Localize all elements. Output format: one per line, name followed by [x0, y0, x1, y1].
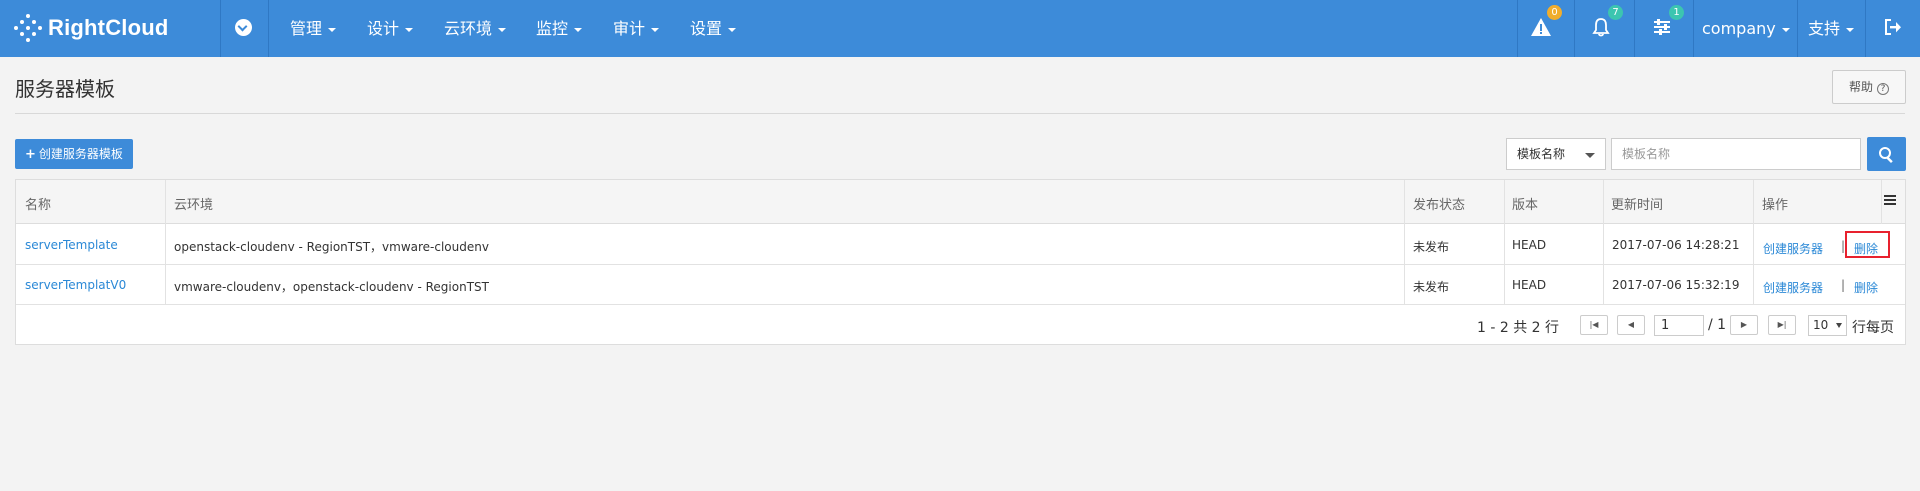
column-menu-icon[interactable] — [1884, 195, 1896, 205]
rightcloud-logo[interactable]: RightCloud — [14, 13, 169, 43]
template-name-link[interactable]: serverTemplatV0 — [25, 278, 126, 292]
next-page-button[interactable]: ▶ — [1730, 315, 1758, 335]
create-server-template-button[interactable]: + 创建服务器模板 — [15, 139, 133, 169]
version-cell: HEAD — [1512, 278, 1547, 292]
delete-link[interactable]: 删除 — [1854, 279, 1878, 296]
divider — [268, 0, 269, 57]
menu-cloud-env[interactable]: 云环境 — [444, 0, 507, 57]
help-label: 帮助 — [1848, 80, 1873, 94]
divider — [1693, 0, 1694, 57]
column-divider — [1753, 180, 1754, 305]
action-separator: | — [1841, 278, 1846, 292]
last-page-icon: ▶| — [1777, 320, 1787, 329]
menu-monitor[interactable]: 监控 — [536, 0, 583, 57]
column-divider — [1881, 180, 1882, 224]
user-menu[interactable]: company — [1702, 0, 1790, 57]
create-server-link[interactable]: 创建服务器 — [1763, 240, 1823, 257]
divider — [1517, 0, 1518, 57]
column-header-updated[interactable]: 更新时间 — [1611, 194, 1663, 213]
menu-audit[interactable]: 审计 — [613, 0, 660, 57]
divider — [1634, 0, 1635, 57]
bell-icon[interactable] — [1590, 16, 1612, 38]
version-cell: HEAD — [1512, 238, 1547, 252]
divider — [1865, 0, 1866, 57]
column-header-actions: 操作 — [1762, 198, 1789, 213]
row-divider — [16, 304, 1905, 305]
header-divider — [15, 113, 1905, 114]
chevron-down-icon[interactable] — [235, 19, 252, 36]
divider — [220, 0, 221, 57]
sliders-icon[interactable] — [1651, 16, 1673, 38]
last-page-button[interactable]: ▶| — [1768, 315, 1796, 335]
create-button-label: 创建服务器模板 — [38, 147, 123, 161]
template-name-link[interactable]: serverTemplate — [25, 238, 118, 252]
status-cell: 未发布 — [1413, 280, 1450, 294]
top-navbar: RightCloud 管理 设计 云环境 监控 审计 设置 0 7 1 comp… — [0, 0, 1920, 57]
column-divider — [165, 180, 166, 305]
create-server-link[interactable]: 创建服务器 — [1763, 279, 1823, 296]
column-header-cloud-env[interactable]: 云环境 — [174, 194, 213, 213]
column-divider — [1504, 180, 1505, 305]
search-input[interactable] — [1611, 138, 1861, 170]
search-icon — [1879, 147, 1893, 164]
page-size-label: 行每页 — [1852, 320, 1894, 336]
settings-badge: 1 — [1669, 5, 1684, 20]
help-button[interactable]: 帮助? — [1832, 70, 1906, 104]
menu-settings[interactable]: 设置 — [690, 0, 737, 57]
plus-icon: + — [25, 147, 36, 162]
question-icon: ? — [1877, 83, 1889, 95]
logout-icon[interactable] — [1882, 16, 1904, 38]
prev-page-icon: ◀ — [1627, 320, 1635, 329]
total-pages: / 1 — [1708, 317, 1727, 333]
delete-highlight-box — [1845, 231, 1890, 258]
page-size-select[interactable]: 10 — [1808, 315, 1847, 336]
updated-cell: 2017-07-06 14:28:21 — [1612, 238, 1740, 252]
search-button[interactable] — [1867, 137, 1906, 171]
filter-field-select[interactable]: 模板名称 — [1506, 138, 1606, 170]
warning-badge: 0 — [1547, 5, 1562, 20]
column-header-status[interactable]: 发布状态 — [1413, 194, 1465, 213]
divider — [1797, 0, 1798, 57]
menu-manage[interactable]: 管理 — [290, 0, 337, 57]
divider — [1574, 0, 1575, 57]
row-divider — [16, 264, 1905, 265]
cloud-env-cell: openstack-cloudenv - RegionTST，vmware-cl… — [174, 240, 489, 254]
page-title: 服务器模板 — [15, 77, 115, 101]
page-number-input[interactable] — [1654, 315, 1704, 336]
filter-field-value: 模板名称 — [1517, 147, 1566, 161]
status-cell: 未发布 — [1413, 240, 1450, 254]
notification-badge: 7 — [1608, 5, 1623, 20]
warning-icon[interactable] — [1530, 16, 1552, 38]
support-menu[interactable]: 支持 — [1808, 0, 1855, 57]
column-divider — [1603, 180, 1604, 305]
column-header-version[interactable]: 版本 — [1512, 194, 1538, 213]
next-page-icon: ▶ — [1740, 320, 1748, 329]
first-page-icon: |◀ — [1589, 320, 1599, 329]
prev-page-button[interactable]: ◀ — [1617, 315, 1645, 335]
first-page-button[interactable]: |◀ — [1580, 315, 1608, 335]
logo-icon — [14, 14, 42, 42]
pagination-summary: 1 - 2 共 2 行 — [1477, 320, 1560, 336]
cloud-env-cell: vmware-cloudenv，openstack-cloudenv - Reg… — [174, 280, 489, 294]
column-divider — [1404, 180, 1405, 305]
menu-design[interactable]: 设计 — [367, 0, 414, 57]
page-size-value: 10 — [1813, 318, 1829, 332]
updated-cell: 2017-07-06 15:32:19 — [1612, 278, 1740, 292]
brand-name: RightCloud — [48, 15, 169, 40]
column-header-name[interactable]: 名称 — [25, 194, 51, 213]
